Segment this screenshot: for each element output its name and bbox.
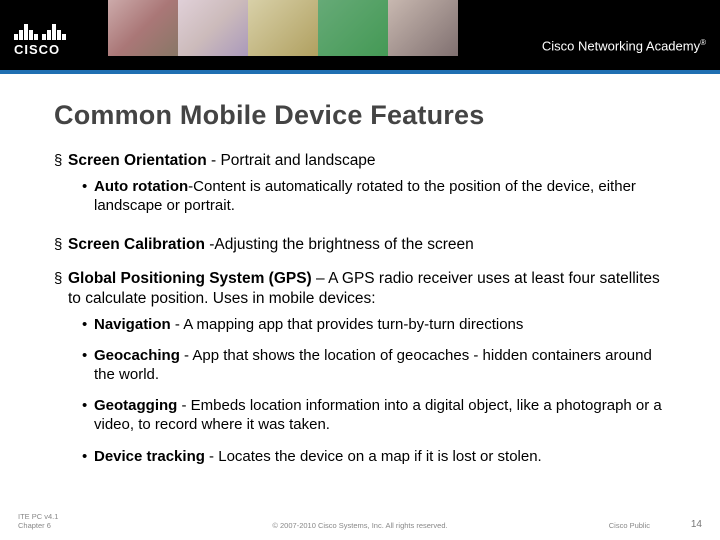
trademark-symbol: ® bbox=[700, 38, 706, 47]
bullet-bold: Device tracking bbox=[94, 448, 205, 465]
cisco-logo-text: CISCO bbox=[14, 42, 67, 57]
bullet-bold: Geotagging bbox=[94, 397, 177, 414]
bullet-text: -Adjusting the brightness of the screen bbox=[209, 236, 474, 253]
bullet-level2: Navigation - A mapping app that provides… bbox=[82, 315, 666, 334]
bullet-bold: Screen Calibration bbox=[68, 236, 209, 253]
bullet-bold: Global Positioning System (GPS) bbox=[68, 270, 316, 287]
bullet-bold: Screen Orientation bbox=[68, 152, 211, 169]
header-photo bbox=[318, 0, 388, 56]
academy-text: Cisco Networking Academy bbox=[542, 38, 700, 53]
slide-title: Common Mobile Device Features bbox=[54, 100, 666, 131]
footer-course: ITE PC v4.1 bbox=[18, 512, 58, 521]
header-photo bbox=[108, 0, 178, 56]
bullet-bold: Geocaching bbox=[94, 347, 184, 364]
bullet-level1: Global Positioning System (GPS) – A GPS … bbox=[54, 269, 666, 309]
bullet-level1: Screen Calibration -Adjusting the bright… bbox=[54, 235, 666, 255]
bullet-bold: Auto rotation bbox=[94, 178, 188, 195]
slide: CISCO Cisco Networking Academy® Common M… bbox=[0, 0, 720, 540]
cisco-logo: CISCO bbox=[14, 18, 67, 57]
header-photo-strip bbox=[108, 0, 458, 56]
header-divider bbox=[0, 70, 720, 74]
header-photo bbox=[178, 0, 248, 56]
bullet-level2: Auto rotation-Content is automatically r… bbox=[82, 177, 666, 215]
header-photo bbox=[248, 0, 318, 56]
cisco-logo-icon bbox=[14, 18, 67, 40]
bullet-level1: Screen Orientation - Portrait and landsc… bbox=[54, 151, 666, 171]
bullet-text: - Locates the device on a map if it is l… bbox=[205, 448, 542, 465]
footer-right: Cisco Public bbox=[609, 521, 650, 530]
bullet-text: - Portrait and landscape bbox=[211, 152, 376, 169]
bullet-level2: Device tracking - Locates the device on … bbox=[82, 447, 666, 466]
header-photo bbox=[388, 0, 458, 56]
academy-label: Cisco Networking Academy® bbox=[542, 38, 706, 53]
bullet-bold: Navigation bbox=[94, 316, 171, 333]
header-bar: CISCO Cisco Networking Academy® bbox=[0, 0, 720, 70]
bullet-level2: Geocaching - App that shows the location… bbox=[82, 346, 666, 384]
bullet-text: - Embeds location information into a dig… bbox=[94, 397, 662, 433]
content-area: Common Mobile Device Features Screen Ori… bbox=[54, 100, 666, 478]
bullet-text: - A mapping app that provides turn-by-tu… bbox=[171, 316, 524, 333]
bullet-level2: Geotagging - Embeds location information… bbox=[82, 396, 666, 434]
page-number: 14 bbox=[691, 519, 702, 530]
